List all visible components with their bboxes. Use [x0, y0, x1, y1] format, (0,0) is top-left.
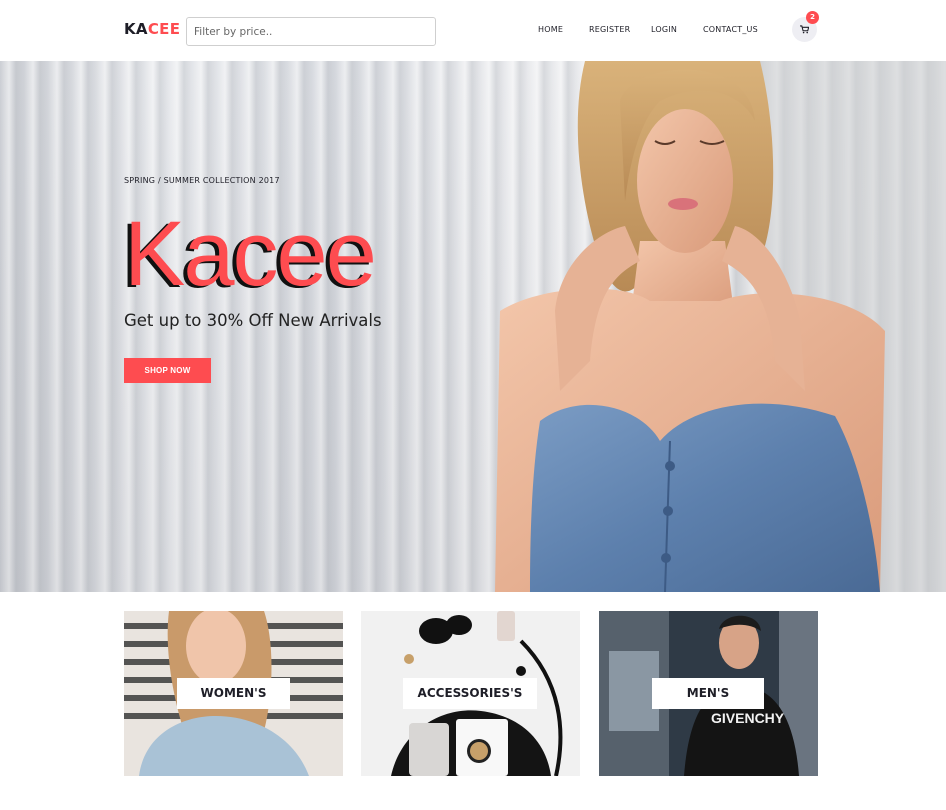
- category-women[interactable]: WOMEN'S: [124, 611, 343, 776]
- price-filter-input[interactable]: [186, 17, 436, 46]
- logo-prefix: KA: [124, 20, 148, 38]
- logo-accent: CEE: [147, 20, 181, 38]
- nav-contact-us[interactable]: CONTACT_US: [703, 25, 758, 34]
- cart-count-badge: 2: [806, 11, 819, 24]
- category-label-accessories: ACCESSORIES'S: [403, 678, 537, 709]
- category-accessories[interactable]: ACCESSORIES'S: [361, 611, 580, 776]
- hero-banner: SPRING / SUMMER COLLECTION 2017 Kacee Ka…: [0, 61, 946, 592]
- shopping-cart-icon: [800, 25, 809, 34]
- svg-text:GIVENCHY: GIVENCHY: [711, 710, 785, 726]
- hero-brand-text: Kacee: [124, 203, 377, 305]
- logo[interactable]: KACEE: [124, 20, 180, 38]
- category-label-women: WOMEN'S: [177, 678, 290, 709]
- hero-subtitle: SPRING / SUMMER COLLECTION 2017: [124, 176, 280, 185]
- nav-login[interactable]: LOGIN: [651, 25, 677, 34]
- hero-tagline: Get up to 30% Off New Arrivals: [124, 311, 382, 330]
- category-men[interactable]: GIVENCHY MEN'S: [599, 611, 818, 776]
- nav-register[interactable]: REGISTER: [589, 25, 630, 34]
- nav-home[interactable]: HOME: [538, 25, 563, 34]
- site-header: KACEE HOME REGISTER LOGIN CONTACT_US 2: [0, 0, 946, 61]
- category-label-men: MEN'S: [652, 678, 764, 709]
- shop-now-button[interactable]: SHOP NOW: [124, 358, 211, 383]
